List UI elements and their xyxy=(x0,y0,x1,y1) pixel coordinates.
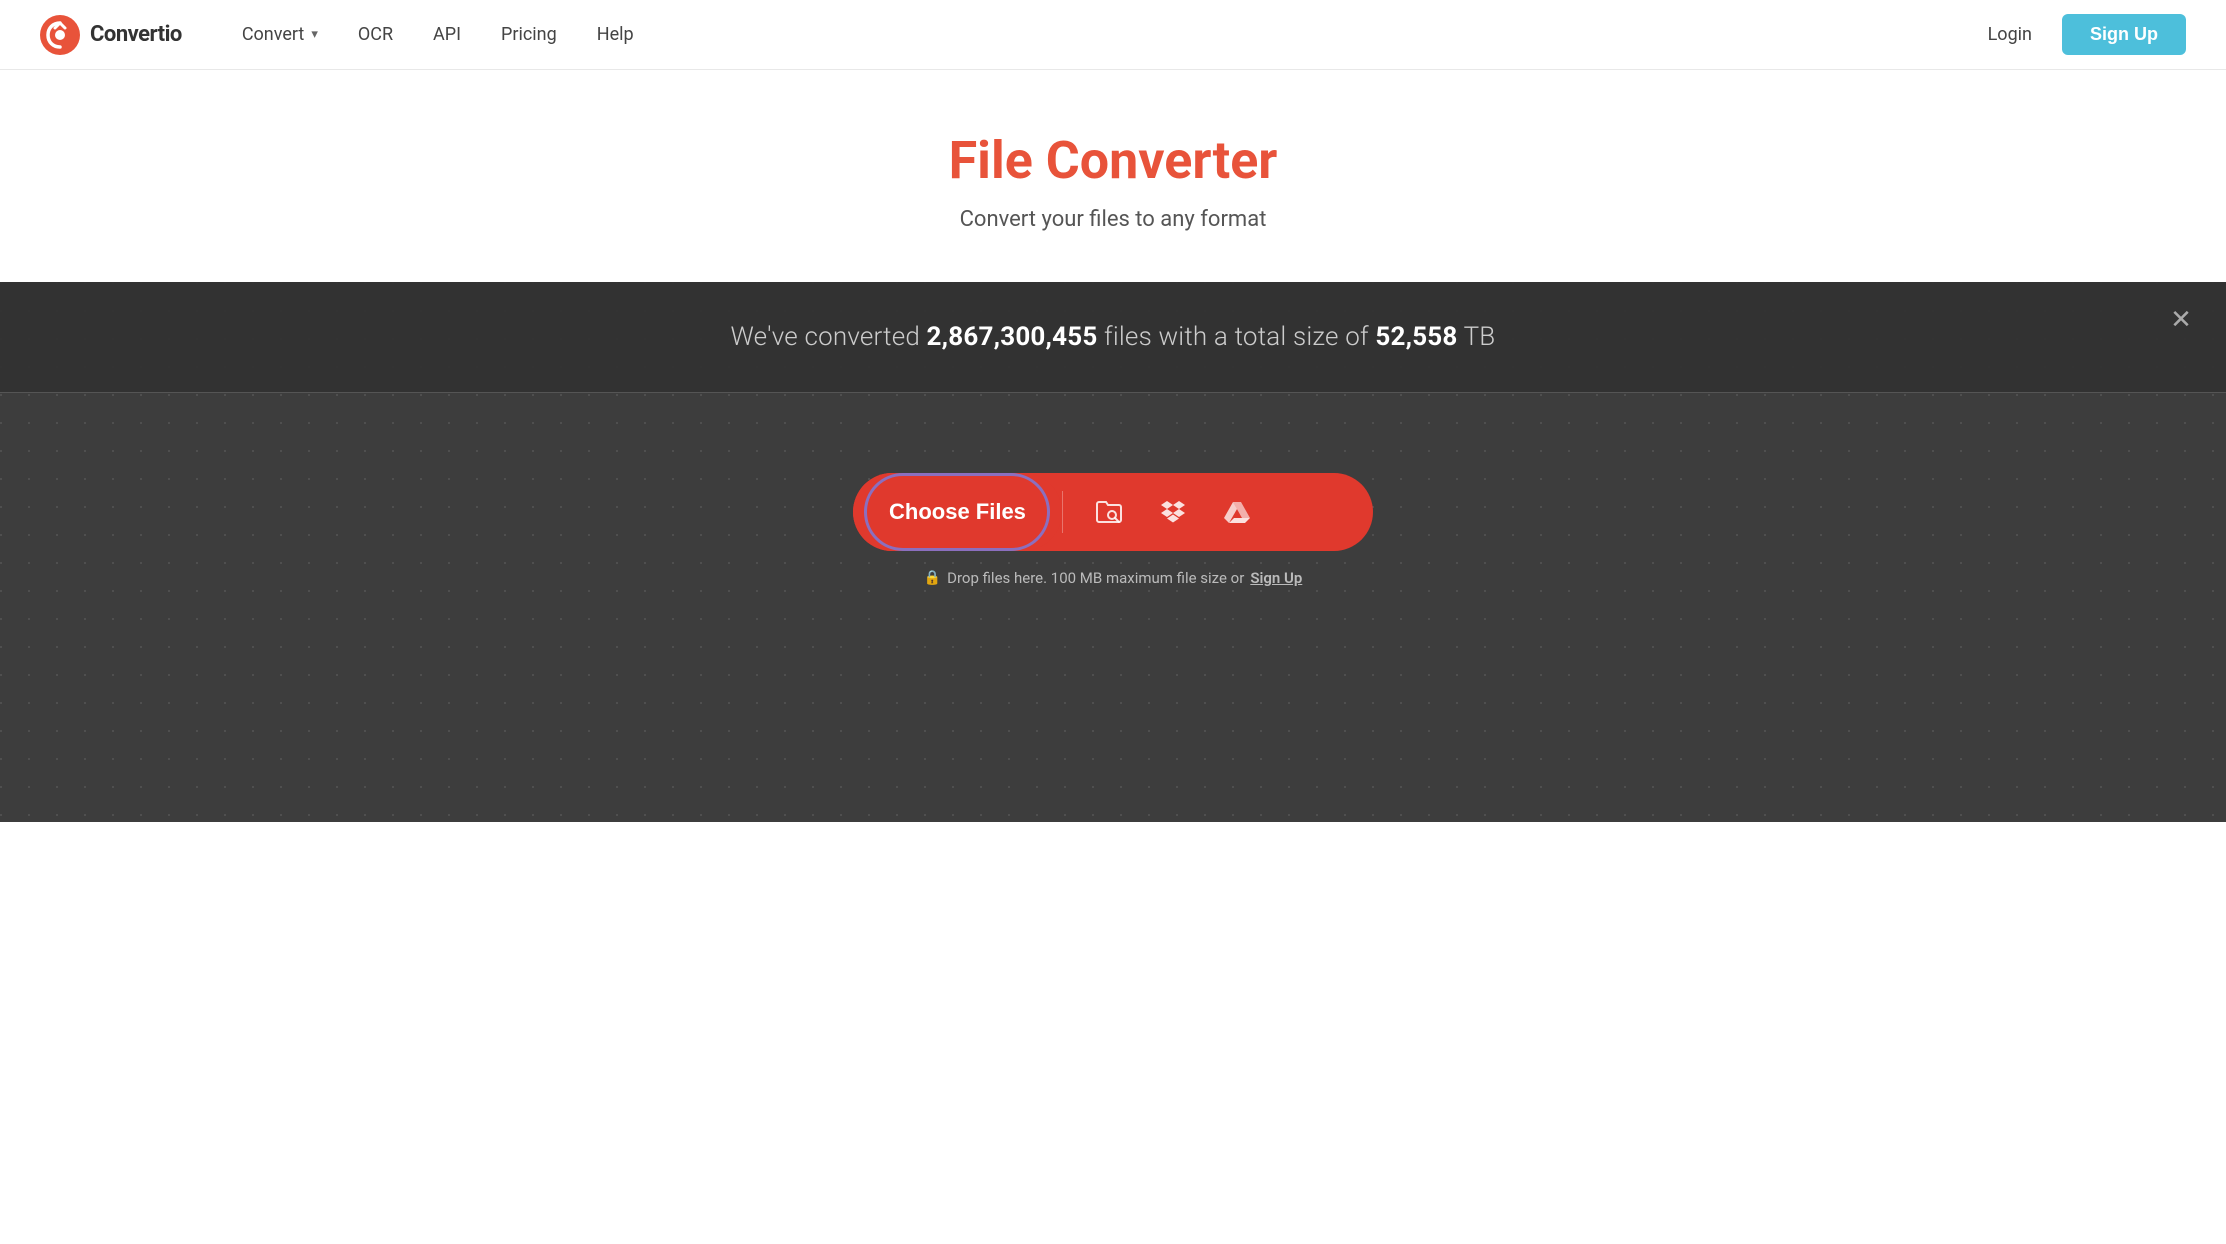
nav-links: Convert ▾ OCR API Pricing Help xyxy=(242,24,1988,45)
hero-title: File Converter xyxy=(20,130,2206,191)
google-drive-icon xyxy=(1221,496,1253,528)
folder-search-icon xyxy=(1093,496,1125,528)
logo-text: Convertio xyxy=(90,22,182,47)
signup-button[interactable]: Sign Up xyxy=(2062,14,2186,55)
navbar: Convertio Convert ▾ OCR API Pricing Help… xyxy=(0,0,2226,70)
close-button[interactable]: ✕ xyxy=(2166,304,2196,334)
nav-help[interactable]: Help xyxy=(597,24,634,45)
upload-bar: Choose Files xyxy=(853,473,1373,551)
nav-ocr[interactable]: OCR xyxy=(358,24,393,45)
stats-text: We've converted 2,867,300,455 files with… xyxy=(731,322,1496,352)
gdrive-upload-button[interactable] xyxy=(1217,492,1257,532)
nav-right: Login Sign Up xyxy=(1988,14,2186,55)
hero-section: File Converter Convert your files to any… xyxy=(0,70,2226,282)
drop-hint: 🔒 Drop files here. 100 MB maximum file s… xyxy=(924,569,1303,587)
lock-icon: 🔒 xyxy=(924,570,941,586)
stats-size: 52,558 xyxy=(1375,322,1457,352)
drop-hint-text: Drop files here. 100 MB maximum file siz… xyxy=(947,569,1244,587)
stats-bar: We've converted 2,867,300,455 files with… xyxy=(0,282,2226,393)
signup-drop-link[interactable]: Sign Up xyxy=(1250,569,1302,587)
upload-area: Choose Files xyxy=(833,473,1393,587)
hero-subtitle: Convert your files to any format xyxy=(20,207,2206,232)
logo-link[interactable]: Convertio xyxy=(40,15,182,55)
dark-section: We've converted 2,867,300,455 files with… xyxy=(0,282,2226,822)
choose-files-button[interactable]: Choose Files xyxy=(853,473,1062,551)
stats-file-count: 2,867,300,455 xyxy=(927,322,1098,352)
dropbox-upload-button[interactable] xyxy=(1153,492,1193,532)
chevron-down-icon: ▾ xyxy=(311,27,318,42)
icon-group xyxy=(1063,492,1283,532)
nav-pricing[interactable]: Pricing xyxy=(501,24,557,45)
nav-convert[interactable]: Convert ▾ xyxy=(242,24,318,45)
nav-api[interactable]: API xyxy=(433,24,461,45)
logo-icon xyxy=(40,15,80,55)
url-upload-button[interactable] xyxy=(1089,492,1129,532)
dropbox-icon xyxy=(1157,496,1189,528)
login-link[interactable]: Login xyxy=(1988,24,2032,45)
